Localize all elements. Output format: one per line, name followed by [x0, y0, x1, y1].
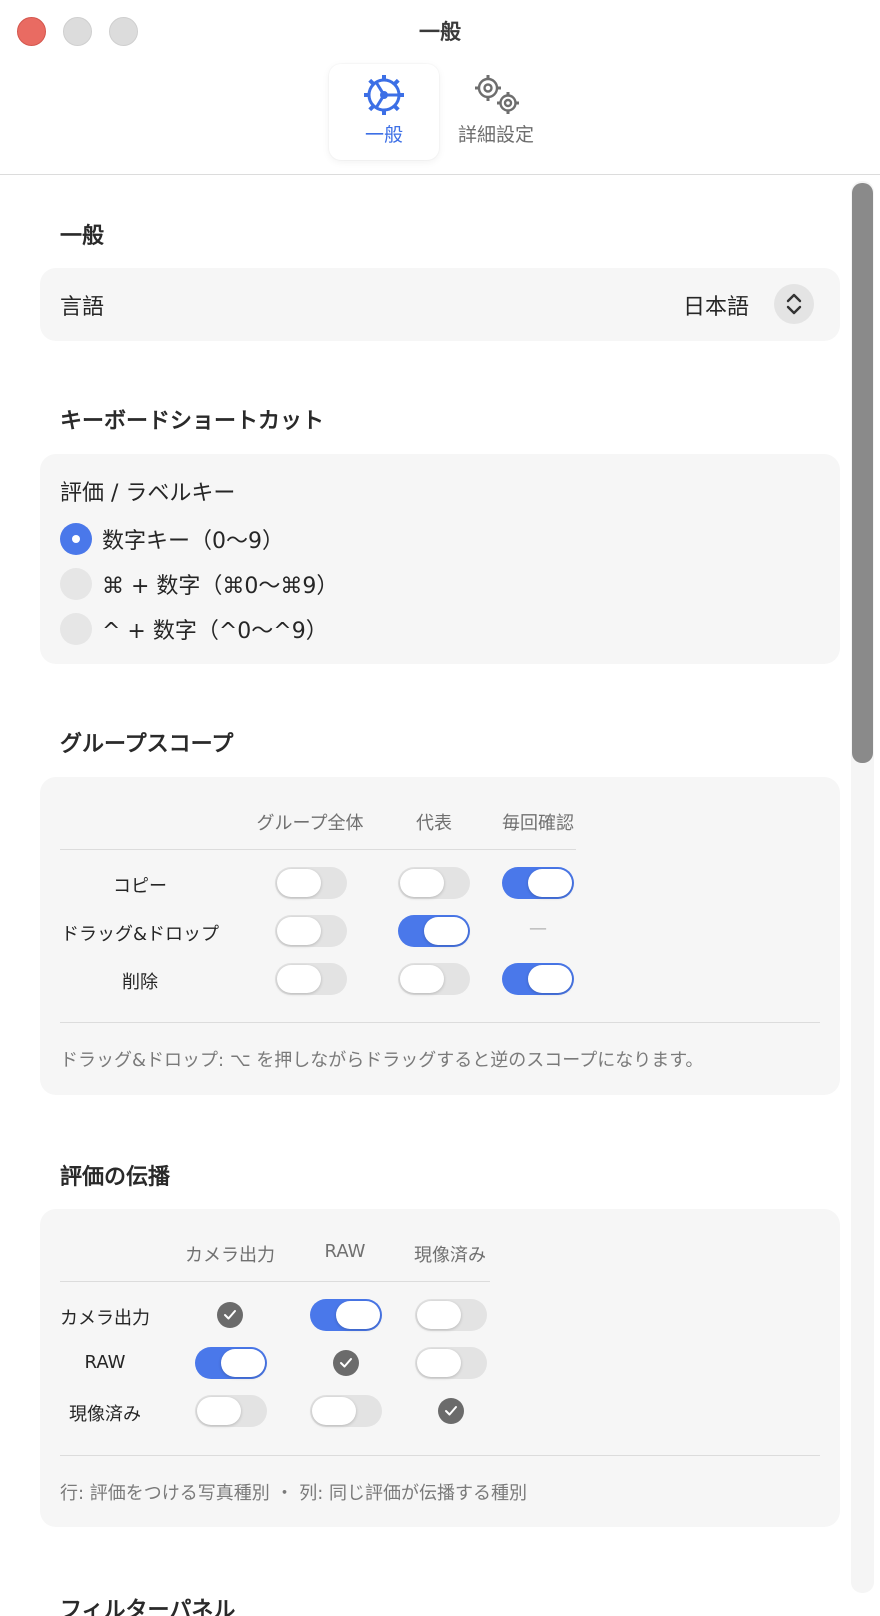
- radio-button[interactable]: [60, 613, 92, 645]
- note-divider: [60, 1022, 820, 1023]
- column-header: グループ全体: [256, 813, 364, 834]
- toggle-camera-to-raw[interactable]: [310, 1299, 382, 1331]
- checkmark-icon: [438, 1398, 464, 1424]
- rating-label-keys-label: 評価 / ラベルキー: [60, 481, 236, 506]
- group-scope-note: ドラッグ&ドロップ: ⌥ を押しながらドラッグすると逆のスコープになります。: [60, 1050, 704, 1071]
- title-bar: 一般 一般 詳細設定: [0, 0, 880, 175]
- radio-button[interactable]: [60, 568, 92, 600]
- row-label-developed: 現像済み: [69, 1404, 141, 1425]
- column-header: カメラ出力: [185, 1245, 275, 1266]
- toggle-copy-representative[interactable]: [398, 867, 470, 899]
- radio-label: 数字キー（0〜9）: [102, 529, 284, 554]
- toggle-delete-whole-group[interactable]: [275, 963, 347, 995]
- not-applicable-dash: —: [529, 918, 547, 939]
- tab-general-label: 一般: [364, 124, 403, 146]
- note-divider: [60, 1455, 820, 1456]
- radio-option-digit-keys[interactable]: 数字キー（0〜9）: [60, 523, 284, 555]
- group-scope-card: グループ全体 代表 毎回確認 コピー ドラッグ&ドロップ — 削除 ドラッグ&ド…: [40, 777, 840, 1095]
- radio-button[interactable]: [60, 523, 92, 555]
- language-popup-button[interactable]: [774, 284, 814, 324]
- section-title-filter-panel: フィルターパネル: [60, 1598, 236, 1616]
- toggle-copy-ask-each-time[interactable]: [502, 867, 574, 899]
- table-divider: [60, 849, 576, 850]
- tab-general[interactable]: 一般: [329, 64, 439, 160]
- radio-option-cmd-digit[interactable]: ⌘ + 数字（⌘0〜⌘9）: [60, 568, 338, 600]
- window-title: 一般: [419, 20, 461, 44]
- language-label: 言語: [60, 295, 105, 320]
- chevron-up-down-icon: [786, 293, 802, 315]
- scrollbar-thumb[interactable]: [852, 183, 873, 763]
- column-header: 代表: [416, 813, 452, 834]
- column-header: 現像済み: [414, 1245, 486, 1266]
- section-title-propagation: 評価の伝播: [60, 1165, 171, 1190]
- toggle-delete-ask-each-time[interactable]: [502, 963, 574, 995]
- toggle-copy-whole-group[interactable]: [275, 867, 347, 899]
- row-label-raw: RAW: [84, 1352, 126, 1373]
- toggle-raw-to-camera[interactable]: [195, 1347, 267, 1379]
- gears-icon: [475, 75, 519, 114]
- toggle-developed-to-camera[interactable]: [195, 1395, 267, 1427]
- table-divider: [60, 1281, 490, 1282]
- steering-gear-icon: [364, 75, 404, 115]
- toggle-developed-to-raw[interactable]: [310, 1395, 382, 1427]
- toggle-drag-whole-group[interactable]: [275, 915, 347, 947]
- radio-label: ^ + 数字（^0〜^9）: [102, 619, 328, 644]
- row-label-delete: 削除: [122, 972, 158, 993]
- row-label-camera-output: カメラ出力: [60, 1308, 150, 1329]
- tab-advanced-label: 詳細設定: [457, 124, 534, 146]
- toggle-raw-to-developed[interactable]: [415, 1347, 487, 1379]
- toggle-delete-representative[interactable]: [398, 963, 470, 995]
- propagation-card: カメラ出力 RAW 現像済み カメラ出力 RAW 現像済み 行: 評価をつける写…: [40, 1209, 840, 1527]
- checkmark-icon: [217, 1302, 243, 1328]
- checkmark-icon: [333, 1350, 359, 1376]
- language-value[interactable]: 日本語: [683, 289, 749, 321]
- radio-label: ⌘ + 数字（⌘0〜⌘9）: [102, 574, 339, 599]
- toggle-drag-representative[interactable]: [398, 915, 470, 947]
- row-label-copy: コピー: [113, 876, 167, 897]
- radio-option-ctrl-digit[interactable]: ^ + 数字（^0〜^9）: [60, 613, 328, 645]
- section-title-general: 一般: [60, 224, 105, 249]
- propagation-note: 行: 評価をつける写真種別 ・ 列: 同じ評価が伝播する種別: [60, 1483, 528, 1504]
- section-title-group-scope: グループスコープ: [60, 732, 234, 757]
- column-header: RAW: [324, 1241, 366, 1262]
- section-title-shortcuts: キーボードショートカット: [60, 409, 325, 434]
- column-header: 毎回確認: [502, 813, 574, 834]
- shortcuts-card: 評価 / ラベルキー 数字キー（0〜9） ⌘ + 数字（⌘0〜⌘9） ^ + 数…: [40, 454, 840, 664]
- language-card: 言語 日本語: [40, 268, 840, 341]
- row-label-drag-drop: ドラッグ&ドロップ: [60, 924, 220, 945]
- toggle-camera-to-developed[interactable]: [415, 1299, 487, 1331]
- tab-advanced[interactable]: 詳細設定: [446, 64, 546, 160]
